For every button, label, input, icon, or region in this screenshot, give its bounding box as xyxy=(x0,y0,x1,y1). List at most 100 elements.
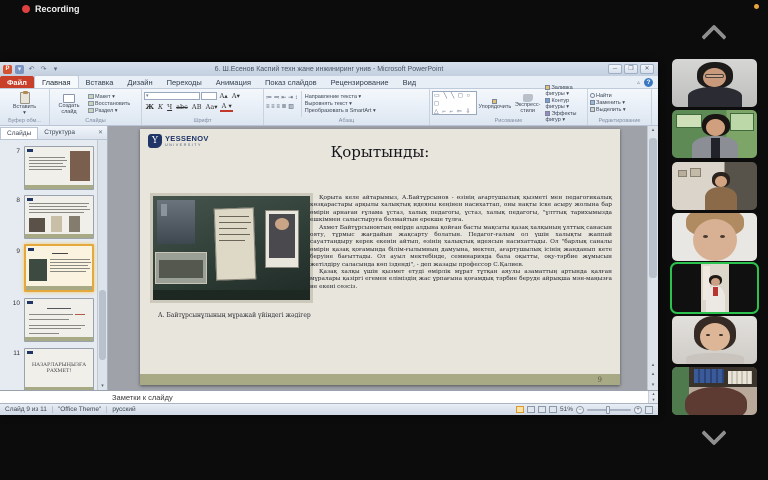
notes-scrollbar[interactable]: ▴▾ xyxy=(648,391,658,403)
ribbon: Вставить▾ Буфер обм... Создать слайд Мак… xyxy=(0,89,658,126)
slide-sorter-view-icon[interactable] xyxy=(527,406,535,413)
panel-tab-slides[interactable]: Слайды xyxy=(0,127,38,139)
museum-photo[interactable] xyxy=(150,193,313,303)
section-button[interactable]: Раздел ▾ xyxy=(88,108,130,114)
quick-styles-button[interactable]: Экспресс-стили xyxy=(513,91,543,117)
scroll-up-icon[interactable]: ▴ xyxy=(648,126,658,135)
strikethrough-button[interactable]: abc xyxy=(175,103,190,111)
editor-scrollbar[interactable]: ▴ ▴▴ ▾▾ xyxy=(647,126,658,390)
alignment-buttons[interactable]: ≡ ≡ ≡ ≣ ▥ xyxy=(266,103,298,110)
align-text-button[interactable]: Выровнять текст ▾ xyxy=(305,101,376,107)
smartart-button[interactable]: Преобразовать в SmartArt ▾ xyxy=(305,108,376,114)
slideshow-view-icon[interactable] xyxy=(549,406,557,413)
minimize-button[interactable]: ─ xyxy=(608,64,622,74)
participant-video-2[interactable] xyxy=(672,110,757,158)
shrink-font-icon[interactable]: А▾ xyxy=(230,92,241,100)
replace-button[interactable]: Заменить ▾ xyxy=(590,100,649,106)
tab-review[interactable]: Рецензирование xyxy=(324,76,396,88)
participants-scroll-up-icon[interactable] xyxy=(701,24,726,49)
reset-button[interactable]: Восстановить xyxy=(88,101,130,107)
slide-title[interactable]: Қорытынды: xyxy=(140,143,620,161)
title-bar[interactable]: P ▾ ↶ ↷ ▾ 6. Ш.Есенов Каспий техн жане и… xyxy=(0,62,658,76)
scroll-thumb[interactable] xyxy=(649,138,657,278)
change-case-button[interactable]: Аа▾ xyxy=(204,103,219,111)
panel-scroll-down-icon[interactable]: ▾ xyxy=(98,383,107,389)
language-indicator[interactable]: русский xyxy=(107,406,140,413)
text-direction-button[interactable]: Направление текста ▾ xyxy=(305,94,376,100)
select-button[interactable]: Выделить ▾ xyxy=(590,107,649,113)
next-slide-icon[interactable]: ▾▾ xyxy=(648,381,658,390)
underline-button[interactable]: Ч xyxy=(166,103,174,111)
notes-placeholder[interactable]: Заметки к слайду xyxy=(0,393,173,402)
shape-fill-button[interactable]: Заливка фигуры ▾ xyxy=(545,85,585,97)
grow-font-icon[interactable]: А▴ xyxy=(218,92,229,100)
tab-transitions[interactable]: Переходы xyxy=(160,76,209,88)
panel-scroll-thumb[interactable] xyxy=(99,290,106,360)
slide-thumbnail-8[interactable] xyxy=(24,195,94,239)
ribbon-group-drawing: ▭ ╲ ╲ ◻ ○ ◻ △ ⌐ ⌐ ⇦ ⇩ ◠ ✧ ╲ ◠ { } ☆ Упор… xyxy=(430,89,588,125)
zoom-slider-thumb[interactable] xyxy=(606,406,610,414)
slide-number: 9 xyxy=(598,376,602,384)
tab-slideshow[interactable]: Показ слайдов xyxy=(258,76,324,88)
layout-button[interactable]: Макет ▾ xyxy=(88,94,130,100)
slide-canvas[interactable]: Y YESSENOV UNIVERSITY Қорытынды: xyxy=(140,129,620,385)
bold-button[interactable]: Ж xyxy=(144,103,156,111)
fit-to-window-icon[interactable] xyxy=(645,406,653,414)
font-size-select[interactable] xyxy=(201,92,217,100)
find-button[interactable]: Найти xyxy=(590,93,649,99)
tab-animations[interactable]: Анимация xyxy=(209,76,258,88)
participant-video-1[interactable] xyxy=(672,59,757,107)
participant-video-3[interactable] xyxy=(672,162,757,210)
slide-thumbnail-11[interactable]: НАЗАРЛАРЫҢЫЗҒА РАХМЕТ! xyxy=(24,348,94,392)
arrange-button[interactable]: Упорядочить xyxy=(480,91,510,117)
shape-outline-button[interactable]: Контур фигуры ▾ xyxy=(545,98,585,110)
char-spacing-button[interactable]: АВ xyxy=(190,103,203,111)
slide-thumbnail-7[interactable] xyxy=(24,146,94,190)
participant-video-6[interactable] xyxy=(672,316,757,364)
photo-caption: А. Байтұрсынұлының мұражай үйіндегі жәді… xyxy=(158,312,311,319)
italic-button[interactable]: К xyxy=(157,103,165,111)
font-name-select[interactable]: ▾ xyxy=(144,92,200,100)
menu-dot-icon[interactable] xyxy=(754,4,759,9)
thumb-number: 7 xyxy=(8,148,20,155)
replace-icon xyxy=(590,100,595,105)
participant-video-4[interactable] xyxy=(672,213,757,261)
help-icon[interactable]: ? xyxy=(644,78,653,87)
slide-footer-band xyxy=(140,374,620,385)
font-color-button[interactable]: А ▾ xyxy=(220,102,233,112)
ribbon-group-editing: Найти Заменить ▾ Выделить ▾ Редактирован… xyxy=(588,89,652,125)
participants-scroll-down-icon[interactable] xyxy=(701,420,726,445)
previous-slide-icon[interactable]: ▴▴ xyxy=(648,361,658,370)
zoom-out-button[interactable]: − xyxy=(576,406,584,414)
glasses xyxy=(705,74,724,78)
panel-tab-outline[interactable]: Структура xyxy=(38,127,81,138)
zoom-percentage[interactable]: 51% xyxy=(560,406,573,413)
paste-button[interactable]: Вставить▾ xyxy=(2,91,47,117)
slide-thumbnail-9-selected[interactable] xyxy=(24,244,94,292)
slide-thumbnail-10[interactable] xyxy=(24,298,94,342)
zoom-in-button[interactable]: + xyxy=(634,406,642,414)
minimize-ribbon-icon[interactable]: ▵ xyxy=(637,79,640,86)
tab-home[interactable]: Главная xyxy=(34,75,79,88)
tab-insert[interactable]: Вставка xyxy=(79,76,121,88)
normal-view-icon[interactable] xyxy=(516,406,524,413)
zoom-slider[interactable] xyxy=(587,409,631,411)
shapes-gallery[interactable]: ▭ ╲ ╲ ◻ ○ ◻ △ ⌐ ⌐ ⇦ ⇩ ◠ ✧ ╲ ◠ { } ☆ xyxy=(432,91,477,115)
theme-name[interactable]: "Office Theme" xyxy=(53,406,107,413)
tab-view[interactable]: Вид xyxy=(396,76,424,88)
participant-video-7[interactable] xyxy=(672,367,757,415)
tab-file[interactable]: Файл xyxy=(0,76,34,88)
recording-dot-icon xyxy=(22,5,30,13)
participant-video-5-active-speaker[interactable] xyxy=(672,264,757,312)
slide-body-text[interactable]: Қорыта келе айтарымыз, А.Байтұрсынов - ө… xyxy=(310,195,612,291)
close-button[interactable]: ✕ xyxy=(640,64,654,74)
panel-close-icon[interactable]: ✕ xyxy=(98,129,107,136)
list-buttons[interactable]: ≔ ≕ ⇤ ⇥ ↕ xyxy=(266,94,298,101)
panel-scrollbar[interactable]: ▾ xyxy=(97,140,107,390)
notes-pane[interactable]: Заметки к слайду ▴▾ xyxy=(0,390,658,403)
tab-design[interactable]: Дизайн xyxy=(120,76,159,88)
new-slide-button[interactable]: Создать слайд xyxy=(52,91,86,117)
restore-button[interactable]: ❐ xyxy=(624,64,638,74)
slide-counter: Слайд 9 из 11 xyxy=(0,406,53,413)
reading-view-icon[interactable] xyxy=(538,406,546,413)
